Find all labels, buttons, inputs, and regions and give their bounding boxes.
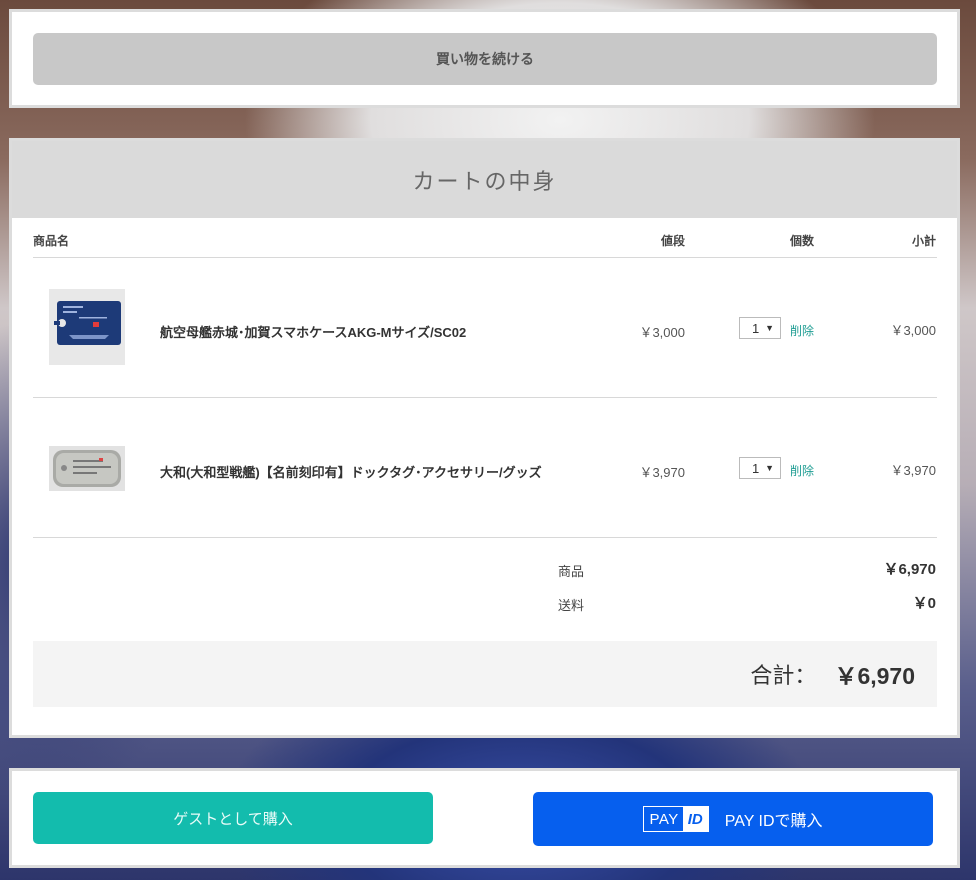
quantity-select[interactable]: 1 ▼: [739, 317, 781, 339]
phone-case-thumbnail[interactable]: [49, 289, 125, 365]
grand-total-box: 合計： ￥6,970: [33, 641, 937, 707]
item-price: ￥3,000: [639, 325, 685, 340]
payid-logo: PAY ID: [643, 806, 709, 832]
item-name[interactable]: 大和(大和型戦艦)【名前刻印有】ドックタグ･アクセサリー/グッズ: [160, 462, 542, 481]
delete-link[interactable]: 削除: [790, 322, 814, 339]
column-header-name: 商品名: [33, 234, 70, 248]
items-total-label: 商品: [558, 564, 585, 579]
cart-title: カートの中身: [12, 141, 957, 218]
payid-checkout-label: PAY IDで購入: [724, 813, 823, 830]
item-subtotal: ￥3,970: [890, 463, 936, 478]
chevron-down-icon: ▼: [765, 323, 774, 333]
checkout-panel: ゲストとして購入 PAY ID PAY IDで購入: [9, 768, 960, 868]
continue-shopping-button[interactable]: 買い物を続ける: [33, 33, 937, 85]
quantity-value: 1: [752, 460, 760, 476]
row-divider: [33, 537, 937, 538]
column-header-qty: 個数: [790, 234, 815, 248]
chevron-down-icon: ▼: [765, 463, 774, 473]
column-header-subtotal: 小計: [911, 234, 936, 248]
dog-tag-thumbnail[interactable]: [49, 446, 125, 491]
delete-link[interactable]: 削除: [790, 462, 814, 479]
grand-total-value: ￥6,970: [834, 663, 915, 689]
item-price: ￥3,970: [639, 465, 685, 480]
grand-total-label: 合計：: [750, 663, 817, 688]
header-divider: [33, 257, 937, 258]
row-divider: [33, 397, 937, 398]
item-subtotal: ￥3,000: [890, 323, 936, 338]
shipping-value: ￥0: [912, 595, 936, 612]
quantity-select[interactable]: 1 ▼: [739, 457, 781, 479]
column-header-price: 値段: [660, 234, 685, 248]
continue-shopping-panel: 買い物を続ける: [9, 9, 960, 108]
item-name[interactable]: 航空母艦赤城･加賀スマホケースAKG-Mサイズ/SC02: [160, 322, 466, 341]
guest-checkout-button[interactable]: ゲストとして購入: [33, 792, 433, 844]
items-total-value: ￥6,970: [883, 561, 936, 578]
shipping-label: 送料: [558, 598, 585, 613]
quantity-value: 1: [752, 320, 760, 336]
payid-checkout-button[interactable]: PAY ID PAY IDで購入: [533, 792, 933, 846]
cart-panel: カートの中身 商品名 値段 個数 小計 航空母艦赤城･加賀スマホケースAKG-M…: [9, 138, 960, 738]
